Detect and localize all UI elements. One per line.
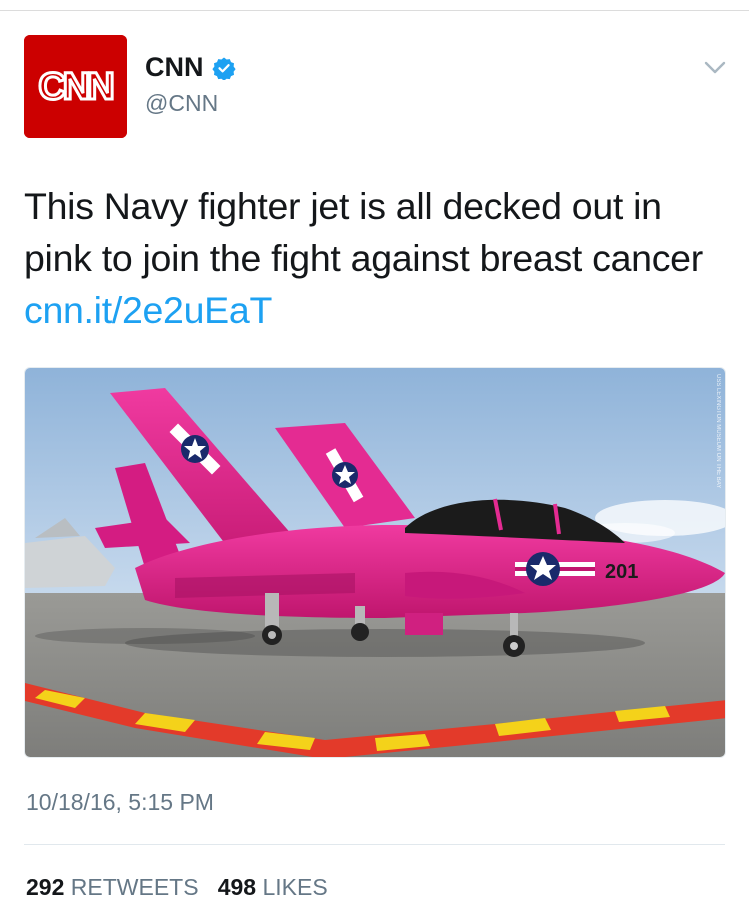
likes-count: 498 [217,874,257,900]
likes-label: LIKES [262,874,328,900]
tweet-body: This Navy fighter jet is all decked out … [24,185,703,279]
author-name-row: CNN [145,52,236,83]
tweet-media[interactable]: 201 USS LEXINGTON MUSEUM ON THE BAY [24,367,726,758]
tweet-timestamp[interactable]: 10/18/16, 5:15 PM [26,789,214,816]
avatar-logo-text: CNN [38,66,112,108]
retweets-count: 292 [26,874,65,900]
retweets-label: RETWEETS [70,874,199,900]
user-handle[interactable]: @CNN [145,90,218,117]
avatar[interactable]: CNN [24,35,127,138]
top-divider [0,10,749,11]
chevron-down-icon[interactable] [704,60,726,76]
retweets-stat[interactable]: 292 RETWEETS [26,874,199,900]
cnn-logo-icon: CNN [24,35,127,138]
tweet-text: This Navy fighter jet is all decked out … [24,180,724,336]
verified-badge-icon [211,57,236,80]
tweet-link[interactable]: cnn.it/2e2uEaT [24,289,272,331]
display-name[interactable]: CNN [145,52,204,83]
likes-stat[interactable]: 498 LIKES [218,874,328,900]
tail-number: 201 [605,561,638,583]
stats-divider [24,844,725,845]
jet-photo: 201 [25,368,725,757]
tweet-stats: 292 RETWEETS 498 LIKES [26,874,328,901]
photo-credit: USS LEXINGTON MUSEUM ON THE BAY [715,374,721,489]
